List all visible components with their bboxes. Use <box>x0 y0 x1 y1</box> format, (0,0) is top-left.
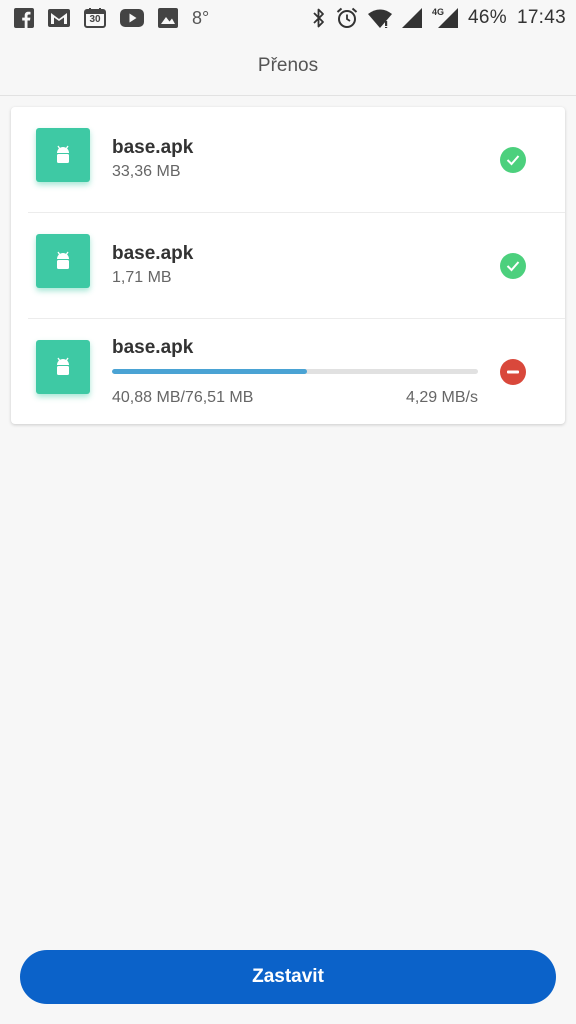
battery-percent: 46% <box>468 7 507 28</box>
android-app-icon <box>36 128 90 182</box>
transfer-item[interactable]: base.apk 33,36 MB <box>11 107 565 212</box>
progress-bar <box>112 369 478 374</box>
progress-fill <box>112 369 308 374</box>
page-title: Přenos <box>257 54 319 76</box>
file-name: base.apk <box>112 337 194 358</box>
file-name: base.apk <box>112 137 194 158</box>
status-bar: 30 8° 4G 46% 17:43 <box>0 0 576 36</box>
facebook-icon <box>14 8 34 28</box>
status-bar-left: 30 8° <box>14 8 223 29</box>
youtube-icon <box>120 9 144 27</box>
progress-text: 40,88 MB/76,51 MB <box>112 389 254 406</box>
gmail-icon <box>48 9 70 27</box>
wifi-icon <box>368 9 392 28</box>
app-header: Přenos <box>0 36 576 96</box>
calendar-day: 30 <box>89 14 101 25</box>
cell-signal-icon <box>402 8 422 28</box>
stop-button[interactable]: Zastavit <box>20 950 556 1004</box>
bluetooth-icon <box>313 8 324 28</box>
android-app-icon <box>36 234 90 288</box>
file-name: base.apk <box>112 243 194 264</box>
gallery-icon <box>158 8 178 28</box>
minus-icon <box>507 370 519 374</box>
transfer-item[interactable]: base.apk 40,88 MB/76,51 MB 4,29 MB/s <box>11 319 565 424</box>
check-icon <box>500 147 526 173</box>
check-icon <box>500 253 526 279</box>
calendar-icon: 30 <box>84 8 106 28</box>
cell-signal-4g-icon: 4G <box>432 8 459 28</box>
transfer-list: base.apk 33,36 MB base.apk 1,71 MB base.… <box>11 107 565 424</box>
transfer-item[interactable]: base.apk 1,71 MB <box>11 213 565 318</box>
transfer-speed: 4,29 MB/s <box>405 389 478 406</box>
status-bar-right: 4G 46% 17:43 <box>302 7 566 29</box>
cancel-transfer-button[interactable] <box>500 359 526 385</box>
clock: 17:43 <box>516 7 566 28</box>
android-app-icon <box>36 340 90 394</box>
file-size: 33,36 MB <box>112 163 181 180</box>
temperature-text: 8° <box>192 7 210 28</box>
file-size: 1,71 MB <box>112 269 172 286</box>
alarm-icon <box>336 7 358 28</box>
